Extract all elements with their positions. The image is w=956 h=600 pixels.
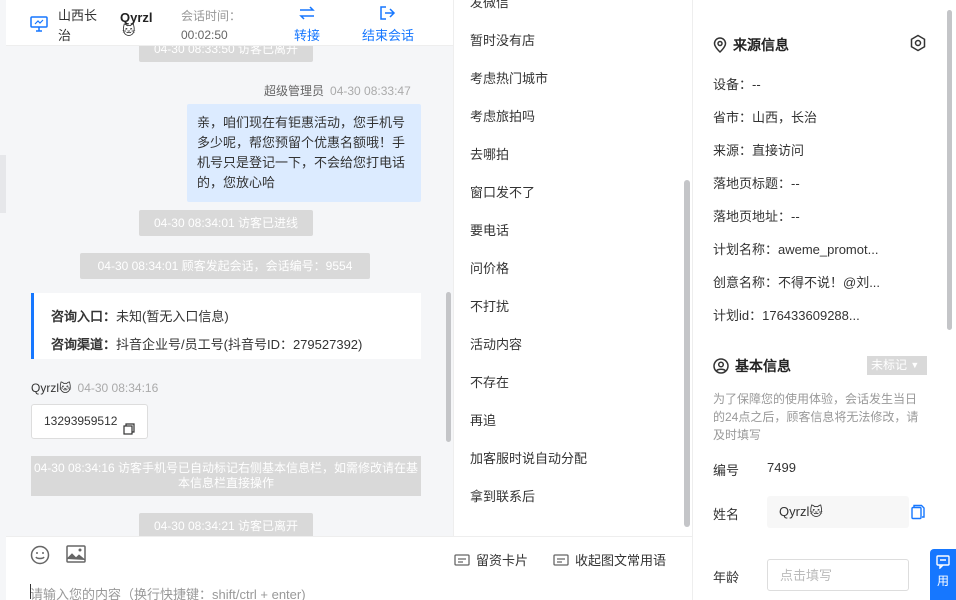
lead-card-label: 留资卡片 [476, 553, 529, 568]
consult-channel-row: 咨询渠道：抖音企业号/员工号(抖音号ID：279527392) [51, 331, 421, 359]
basic-info-title: 基本信息 [713, 356, 791, 376]
name-label: 姓名 [713, 507, 740, 522]
tag-dropdown-label: 未标记 [871, 358, 908, 372]
emoji-icon[interactable] [30, 545, 50, 568]
caret-down-icon: ▼ [910, 360, 920, 370]
landing-page-url: 落地页地址：-- [713, 209, 800, 224]
name-field[interactable]: Qyrzl🐱 [767, 496, 909, 528]
visitor-phone: 13293959512 [44, 414, 118, 428]
age-field[interactable] [767, 559, 909, 591]
quick-replies-list: 发微信 暂时没有店 考虑热门城市 考虑旅拍吗 去哪拍 窗口发不了 要电话 问价格… [453, 0, 692, 536]
transfer-icon [291, 5, 323, 25]
creative-name: 创意名称：不得不说！@刘... [713, 275, 881, 290]
side-help-tab[interactable]: 用 [930, 549, 956, 600]
system-message: 04-30 08:34:16 访客手机号已自动标记右侧基本信息栏，如需修改请在基… [31, 456, 421, 496]
lead-card-button[interactable]: 留资卡片 [454, 550, 528, 569]
end-session-button[interactable]: 结束会话 [358, 5, 418, 44]
quick-reply-item[interactable]: 考虑旅拍吗 [470, 106, 535, 125]
message-input-area: 留资卡片 收起图文常用语 请输入您的内容（换行快捷键：shift/ctrl + … [6, 536, 692, 600]
tag-dropdown[interactable]: 未标记 ▼ [867, 356, 927, 375]
location-pin-icon [713, 37, 727, 54]
visitor-emoji: 🐱 [122, 23, 136, 38]
end-session-label: 结束会话 [361, 28, 414, 43]
system-message: 04-30 08:34:01 访客已进线 [139, 210, 313, 236]
quick-replies-scrollbar[interactable] [684, 180, 690, 527]
quick-reply-item[interactable]: 不存在 [470, 372, 509, 391]
landing-page-title: 落地页标题：-- [713, 176, 800, 191]
copy-icon[interactable] [911, 504, 925, 523]
visitor-message-time: 04-30 08:34:16 [77, 381, 159, 395]
quick-reply-item[interactable]: 发微信 [470, 0, 509, 11]
agent-message-meta: 超级管理员 04-30 08:33:47 [264, 82, 411, 99]
source-device: 设备：-- [713, 77, 761, 92]
quick-reply-item[interactable]: 暂时没有店 [470, 30, 535, 49]
collapse-phrases-button[interactable]: 收起图文常用语 [553, 550, 666, 569]
chat-icon [936, 555, 950, 570]
quick-reply-item[interactable]: 窗口发不了 [470, 182, 535, 201]
system-message: 04-30 08:33:50 访客已离开 [139, 46, 313, 62]
consult-channel-label: 咨询渠道： [51, 337, 117, 352]
source-info-title: 来源信息 [713, 35, 789, 55]
customer-info-panel: 来源信息 设备：-- 省市：山西，长治 来源：直接访问 落地页标题：-- 落地页… [692, 0, 956, 600]
agent-name: 超级管理员 [264, 84, 325, 98]
id-value: 7499 [767, 460, 796, 475]
transfer-label: 转接 [293, 28, 320, 43]
source-channel: 来源：直接访问 [713, 143, 805, 158]
quick-reply-item[interactable]: 不打扰 [470, 296, 509, 315]
panel-scrollbar[interactable] [947, 10, 952, 330]
image-icon[interactable] [66, 545, 86, 566]
id-label: 编号 [713, 463, 740, 478]
user-icon [713, 358, 729, 374]
quick-reply-item[interactable]: 要电话 [470, 220, 509, 239]
monitor-icon [30, 16, 48, 35]
quick-reply-item[interactable]: 问价格 [470, 258, 509, 277]
card-icon [454, 554, 470, 566]
side-tab-label: 用 [936, 574, 949, 588]
quick-reply-item[interactable]: 考虑热门城市 [470, 68, 548, 87]
basic-info-label: 基本信息 [735, 358, 791, 374]
logout-icon [358, 5, 418, 25]
edit-notice: 为了保障您的使用体验，会话发生当日的24点之后，顾客信息将无法修改，请及时填写 [713, 392, 919, 442]
chat-scrollbar[interactable] [446, 292, 451, 442]
quick-reply-item[interactable]: 去哪拍 [470, 144, 509, 163]
session-time: 00:02:50 [181, 28, 228, 42]
plan-name: 计划名称：aweme_promot... [713, 242, 879, 257]
agent-message-time: 04-30 08:33:47 [330, 84, 411, 98]
source-info-label: 来源信息 [733, 37, 789, 53]
source-region: 省市：山西，长治 [713, 110, 818, 125]
plan-id: 计划id：176433609288... [713, 308, 860, 323]
text-caret [30, 584, 31, 599]
message-icon [553, 554, 569, 566]
quick-reply-item[interactable]: 活动内容 [470, 334, 522, 353]
consult-entry-value: 未知(暂无入口信息) [116, 309, 229, 324]
consult-channel-value: 抖音企业号/员工号(抖音号ID：279527392) [116, 337, 363, 352]
chat-header: 山西长治 Qyrzl 🐱 会话时间： 00:02:50 转接 结束会话 [6, 0, 453, 46]
copy-icon[interactable] [123, 415, 135, 448]
consult-entry-row: 咨询入口：未知(暂无入口信息) [51, 303, 421, 331]
system-message: 04-30 08:34:21 访客已离开 [139, 513, 313, 536]
visitor-location: 山西长治 [58, 8, 98, 43]
age-label: 年龄 [713, 570, 740, 585]
message-input[interactable]: 请输入您的内容（换行快捷键：shift/ctrl + enter) [30, 584, 306, 600]
collapse-phrases-label: 收起图文常用语 [575, 553, 667, 568]
visitor-phone-message[interactable]: 13293959512 [31, 404, 148, 439]
chat-messages[interactable]: 04-30 08:33:50 访客已离开 超级管理员 04-30 08:33:47… [6, 46, 453, 536]
consult-entry-label: 咨询入口： [51, 309, 117, 324]
quick-reply-item[interactable]: 再追 [470, 410, 496, 429]
transfer-button[interactable]: 转接 [291, 5, 323, 44]
settings-icon[interactable] [909, 34, 927, 55]
quick-reply-item[interactable]: 拿到联系后 [470, 486, 535, 505]
visitor-message-name: Qyrzl🐱 [31, 381, 72, 395]
consult-info-card: 咨询入口：未知(暂无入口信息) 咨询渠道：抖音企业号/员工号(抖音号ID：279… [31, 293, 421, 359]
session-time-label: 会话时间： [181, 9, 242, 23]
agent-message-bubble: 亲，咱们现在有钜惠活动，您手机号多少呢，帮您预留个优惠名额哦！手机号只是登记一下… [187, 104, 421, 202]
system-message: 04-30 08:34:01 顾客发起会话，会话编号：9554 [80, 253, 370, 279]
visitor-message-meta: Qyrzl🐱 04-30 08:34:16 [31, 381, 158, 395]
quick-reply-item[interactable]: 加客服时说自动分配 [470, 448, 587, 467]
